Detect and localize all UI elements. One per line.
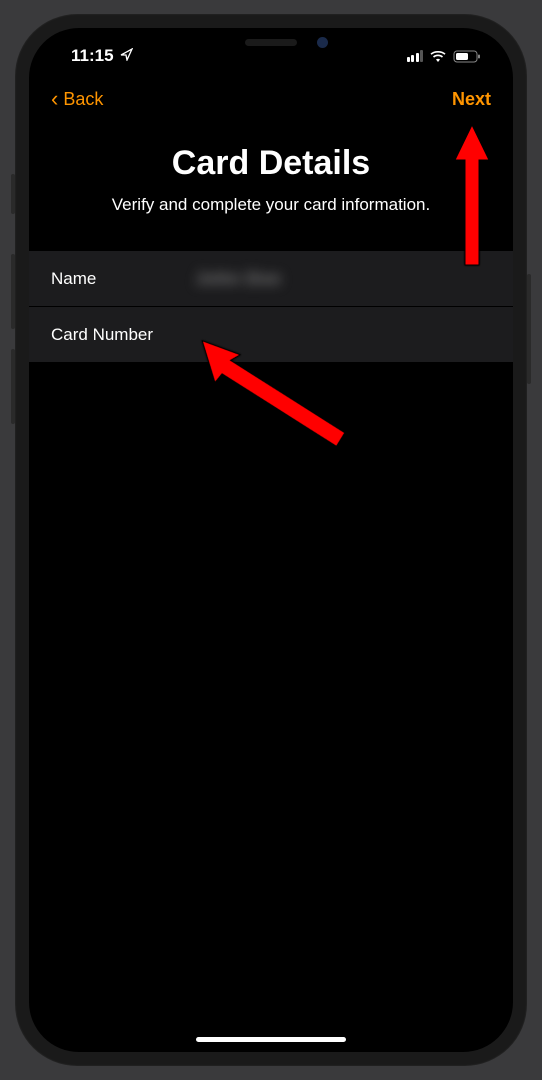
name-row[interactable]: Name John Doe — [29, 251, 513, 307]
notch — [166, 28, 376, 60]
next-button[interactable]: Next — [452, 89, 491, 110]
wifi-icon — [429, 50, 447, 63]
status-left: 11:15 — [71, 46, 133, 66]
name-label: Name — [51, 269, 196, 289]
location-icon — [120, 48, 133, 64]
side-button — [11, 254, 15, 329]
home-indicator[interactable] — [196, 1037, 346, 1042]
side-button — [11, 174, 15, 214]
page-subtitle: Verify and complete your card informatio… — [29, 195, 513, 215]
side-button — [11, 349, 15, 424]
name-field[interactable]: John Doe — [196, 269, 491, 289]
back-label: Back — [63, 89, 103, 110]
card-number-label: Card Number — [51, 325, 196, 345]
screen: 11:15 — [29, 28, 513, 1052]
form-group: Name John Doe Card Number — [29, 251, 513, 363]
side-button — [527, 274, 531, 384]
nav-bar: ‹ Back Next — [29, 74, 513, 124]
back-button[interactable]: ‹ Back — [51, 88, 103, 110]
page-title: Card Details — [29, 144, 513, 183]
chevron-left-icon: ‹ — [51, 88, 58, 110]
phone-frame: 11:15 — [15, 14, 527, 1066]
battery-icon — [453, 50, 481, 63]
status-right — [407, 50, 482, 63]
signal-icon — [407, 50, 424, 62]
status-time: 11:15 — [71, 46, 114, 66]
card-number-row[interactable]: Card Number — [29, 307, 513, 363]
